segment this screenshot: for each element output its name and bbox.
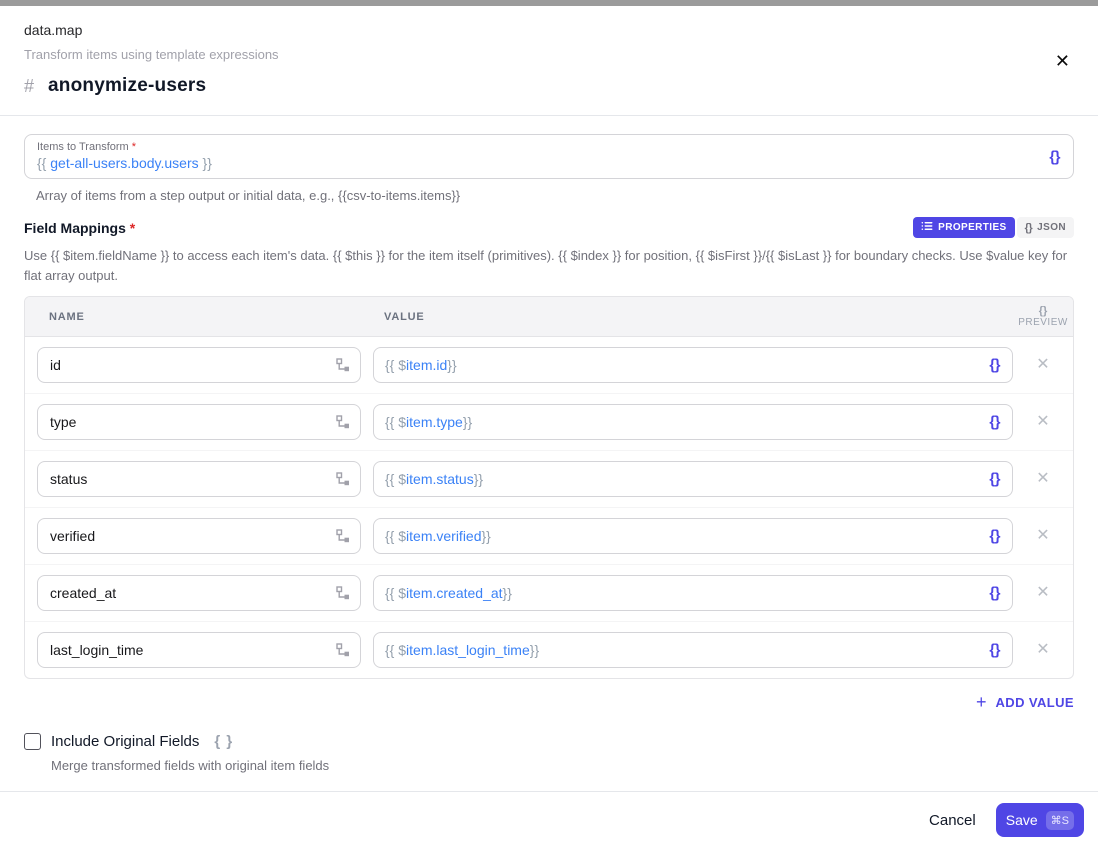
field-value-input[interactable]: {{ $ item.status }} [373, 461, 1013, 497]
items-to-transform-label: Items to Transform * [37, 141, 137, 153]
remove-row-icon[interactable]: ✕ [1036, 585, 1049, 601]
braces-icon: { } [214, 733, 234, 750]
field-name-input[interactable]: status [37, 461, 361, 497]
column-header-preview: {} PREVIEW [1013, 305, 1073, 329]
table-row: status {{ $ item.status }} {} ✕ [25, 451, 1073, 508]
table-row: created_at {{ $ item.created_at }} {} ✕ [25, 565, 1073, 622]
table-row: type {{ $ item.type }} {} ✕ [25, 394, 1073, 451]
cancel-button[interactable]: Cancel [929, 812, 976, 829]
tab-json[interactable]: {} JSON [1016, 217, 1074, 238]
list-icon [921, 220, 933, 235]
column-header-value: VALUE [384, 310, 425, 323]
template-braces-icon[interactable]: {} [989, 414, 1000, 431]
field-value-input[interactable]: {{ $ item.id }} [373, 347, 1013, 383]
plus-icon: + [976, 692, 987, 712]
field-mappings-label: Field Mappings * [24, 219, 136, 236]
dialog-body: Items to Transform * {{ get-all-users.bo… [0, 116, 1098, 773]
field-value-input[interactable]: {{ $ item.type }} [373, 404, 1013, 440]
table-row: last_login_time {{ $ item.last_login_time… [25, 622, 1073, 678]
field-name-input[interactable]: verified [37, 518, 361, 554]
field-name-input[interactable]: created_at [37, 575, 361, 611]
template-braces-icon[interactable]: {} [1049, 148, 1060, 165]
step-name-title[interactable]: anonymize-users [48, 75, 206, 97]
template-braces-icon[interactable]: {} [989, 642, 1000, 659]
field-name-input[interactable]: type [37, 404, 361, 440]
table-row: id {{ $ item.id }} {} ✕ [25, 337, 1073, 394]
schema-tree-icon[interactable] [336, 586, 350, 600]
items-to-transform-value[interactable]: {{ get-all-users.body.users }} [37, 155, 1029, 171]
view-mode-toggle: PROPERTIES {} JSON [913, 217, 1074, 238]
template-braces-icon[interactable]: {} [989, 471, 1000, 488]
table-row: verified {{ $ item.verified }} {} ✕ [25, 508, 1073, 565]
include-original-checkbox[interactable] [24, 733, 41, 750]
template-braces-icon[interactable]: {} [989, 357, 1000, 374]
schema-tree-icon[interactable] [336, 529, 350, 543]
close-icon[interactable]: ✕ [1055, 52, 1070, 70]
field-mappings-description: Use {{ $item.fieldName }} to access each… [24, 248, 1068, 283]
field-mappings-table: NAME VALUE {} PREVIEW id {{ $ item.id }} … [24, 296, 1074, 679]
step-type-title: data.map [24, 22, 83, 38]
remove-row-icon[interactable]: ✕ [1036, 471, 1049, 487]
schema-tree-icon[interactable] [336, 643, 350, 657]
schema-tree-icon[interactable] [336, 415, 350, 429]
field-value-input[interactable]: {{ $ item.verified }} [373, 518, 1013, 554]
remove-row-icon[interactable]: ✕ [1036, 357, 1049, 373]
field-value-input[interactable]: {{ $ item.created_at }} [373, 575, 1013, 611]
remove-row-icon[interactable]: ✕ [1036, 528, 1049, 544]
schema-tree-icon[interactable] [336, 472, 350, 486]
add-value-button[interactable]: + ADD VALUE [976, 693, 1074, 711]
remove-row-icon[interactable]: ✕ [1036, 642, 1049, 658]
field-name-input[interactable]: last_login_time [37, 632, 361, 668]
dialog-header: data.map Transform items using template … [0, 6, 1098, 115]
schema-tree-icon[interactable] [336, 358, 350, 372]
template-braces-icon[interactable]: {} [989, 528, 1000, 545]
hash-icon: # [24, 75, 35, 96]
include-original-label: Include Original Fields [51, 733, 200, 750]
braces-icon: {} [1024, 221, 1033, 234]
required-asterisk: * [131, 141, 137, 153]
remove-row-icon[interactable]: ✕ [1036, 414, 1049, 430]
items-to-transform-field[interactable]: Items to Transform * {{ get-all-users.bo… [24, 134, 1074, 179]
field-value-input[interactable]: {{ $ item.last_login_time }} [373, 632, 1013, 668]
step-type-subtitle: Transform items using template expressio… [24, 47, 279, 62]
preview-braces-icon: {} [1038, 304, 1048, 317]
template-braces-icon[interactable]: {} [989, 585, 1000, 602]
column-header-name: NAME [49, 310, 85, 323]
save-button[interactable]: Save ⌘S [995, 803, 1084, 837]
required-asterisk: * [129, 219, 136, 236]
save-shortcut-badge: ⌘S [1045, 810, 1074, 830]
tab-properties[interactable]: PROPERTIES [913, 217, 1015, 238]
items-to-transform-helper: Array of items from a step output or ini… [36, 188, 461, 203]
field-name-input[interactable]: id [37, 347, 361, 383]
include-original-helper: Merge transformed fields with original i… [51, 758, 330, 773]
dialog-footer: Cancel Save ⌘S [0, 791, 1098, 848]
table-header-row: NAME VALUE {} PREVIEW [25, 297, 1073, 337]
